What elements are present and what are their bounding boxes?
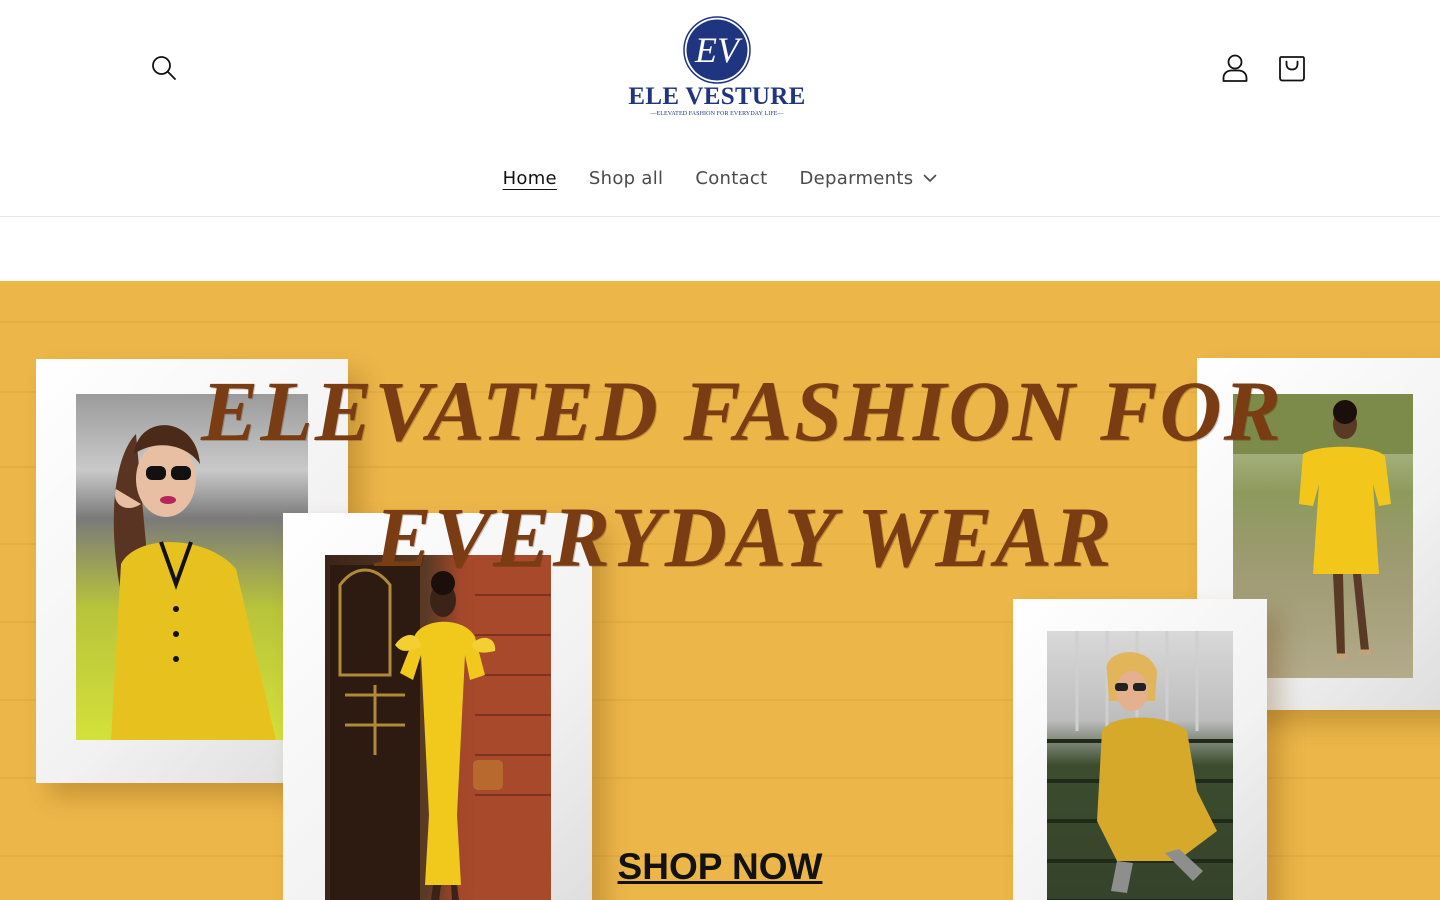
brand-tagline: —ELEVATED FASHION FOR EVERYDAY LIFE—: [650, 111, 784, 117]
account-button[interactable]: [1213, 46, 1257, 90]
monogram-text: EV: [694, 30, 743, 70]
monogram-badge: EV: [683, 16, 751, 84]
nav-item-shop-all[interactable]: Shop all: [573, 168, 679, 189]
nav-item-departments[interactable]: Deparments: [784, 168, 954, 189]
search-icon: [152, 56, 176, 80]
cart-button[interactable]: [1270, 46, 1314, 90]
site-header: EV ELE VESTURE —ELEVATED FASHION FOR EVE…: [0, 0, 1440, 217]
nav-item-contact[interactable]: Contact: [679, 168, 783, 189]
wall-texture-line: [0, 321, 1440, 323]
hero-banner[interactable]: ELEVATED FASHION FOR EVERYDAY WEAR SHOP …: [0, 281, 1440, 900]
chevron-down-icon: [923, 174, 937, 183]
main-nav: Home Shop all Contact Deparments: [0, 158, 1440, 198]
nav-item-home[interactable]: Home: [487, 168, 573, 189]
brand-logo[interactable]: EV ELE VESTURE —ELEVATED FASHION FOR EVE…: [626, 14, 808, 122]
brand-tagline-text: ELEVATED FASHION FOR EVERYDAY LIFE: [656, 111, 778, 117]
brand-name: ELE VESTURE: [628, 83, 806, 110]
nav-item-departments-label: Deparments: [799, 167, 914, 189]
hero-headline-line-1: ELEVATED FASHION FOR: [201, 363, 1283, 459]
cart-icon: [1279, 56, 1305, 82]
hero-headline-line-2: EVERYDAY WEAR: [374, 489, 1114, 585]
search-button[interactable]: [142, 46, 186, 90]
account-icon: [1222, 54, 1248, 82]
shop-now-link[interactable]: SHOP NOW: [0, 846, 1440, 888]
